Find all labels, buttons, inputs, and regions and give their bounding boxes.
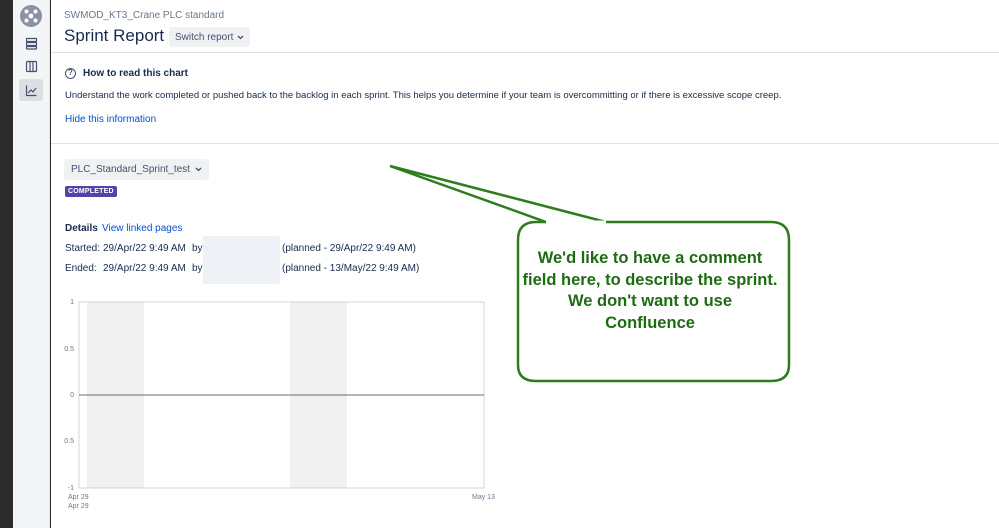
window-edge xyxy=(0,0,13,528)
callout-comment: We'd like to have a comment field here, … xyxy=(522,249,778,332)
sidebar-item-board[interactable] xyxy=(19,55,43,77)
ended-date: 29/Apr/22 9:49 AM xyxy=(103,263,186,274)
help-divider xyxy=(51,143,999,144)
sprint-selector-label: PLC_Standard_Sprint_test xyxy=(71,164,190,175)
switch-report-button[interactable]: Switch report xyxy=(169,27,251,47)
details-heading: Details xyxy=(65,223,98,234)
view-linked-pages-link[interactable]: View linked pages xyxy=(102,223,182,234)
started-planned: (planned - 29/Apr/22 9:49 AM) xyxy=(282,243,416,254)
started-by-label: by xyxy=(192,243,203,254)
x-tick-label: Apr 29 xyxy=(68,503,89,510)
main-content: SWMOD_KT3_Crane PLC standard Sprint Repo… xyxy=(51,0,999,528)
help-heading: How to read this chart xyxy=(83,68,189,79)
project-sidebar xyxy=(13,0,50,528)
ended-by-label: by xyxy=(192,263,203,274)
chevron-down-icon xyxy=(237,35,244,39)
project-avatar[interactable] xyxy=(20,5,42,27)
help-description: Understand the work completed or pushed … xyxy=(65,90,782,101)
ended-planned: (planned - 13/May/22 9:49 AM) xyxy=(282,263,420,274)
breadcrumb[interactable]: SWMOD_KT3_Crane PLC standard xyxy=(64,10,224,21)
header-divider xyxy=(51,52,999,53)
x-tick-label: May 13 xyxy=(472,494,495,501)
backlog-icon xyxy=(25,37,37,50)
sidebar-item-reports[interactable] xyxy=(19,79,43,101)
redacted-user xyxy=(203,236,280,260)
x-tick-label: Apr 29 xyxy=(68,494,89,501)
chevron-down-icon xyxy=(195,167,202,172)
y-tick-label: 0.5 xyxy=(64,346,74,353)
project-logo-icon xyxy=(24,9,38,23)
redacted-user xyxy=(203,258,280,284)
started-label: Started: xyxy=(65,243,101,254)
page-title: Sprint Report xyxy=(64,26,165,45)
sidebar-item-backlog[interactable] xyxy=(19,32,43,54)
y-tick-label: 0 xyxy=(70,392,74,399)
ended-label: Ended: xyxy=(65,263,97,274)
y-tick-label: -1 xyxy=(68,485,74,492)
y-tick-label: 1 xyxy=(70,299,74,306)
y-tick-label: 0.5 xyxy=(64,438,74,445)
status-badge: COMPLETED xyxy=(65,186,117,197)
sprint-chart: 1 0.5 0 0.5 -1 Apr 29 Apr 29 May 13 xyxy=(64,299,495,510)
switch-report-label: Switch report xyxy=(175,31,234,43)
sprint-selector[interactable]: PLC_Standard_Sprint_test xyxy=(64,159,209,180)
board-icon xyxy=(25,60,37,72)
reports-chart-icon xyxy=(25,85,36,96)
help-icon: ? xyxy=(65,68,76,79)
hide-information-link[interactable]: Hide this information xyxy=(65,114,156,125)
started-date: 29/Apr/22 9:49 AM xyxy=(103,243,186,254)
